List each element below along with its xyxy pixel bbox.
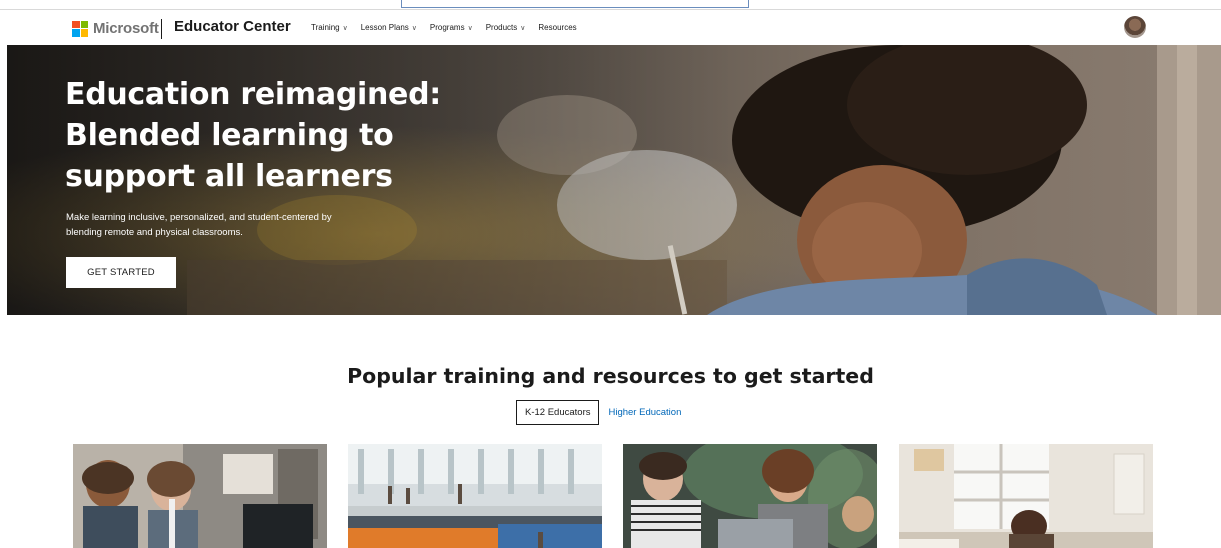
nav-lesson-plans[interactable]: Lesson Plans ∨: [361, 23, 417, 32]
brand-name: Microsoft: [93, 20, 159, 37]
nav-resources[interactable]: Resources: [538, 23, 576, 32]
nav-programs[interactable]: Programs ∨: [430, 23, 473, 32]
school-atrium-image: [348, 444, 602, 548]
microsoft-logo-icon: [72, 20, 88, 37]
classroom-students-laptop-image: [73, 444, 327, 548]
nav-training[interactable]: Training ∨: [311, 23, 348, 32]
chevron-down-icon: ∨: [411, 24, 417, 32]
hero-title-line: support all learners: [65, 159, 393, 194]
nav-item-label: Products: [485, 23, 518, 32]
chevron-down-icon: ∨: [342, 24, 348, 32]
student-writing-home-image: [899, 444, 1153, 548]
nav-item-label: Training: [311, 23, 340, 32]
hero-subtitle-line: Make learning inclusive, personalized, a…: [66, 212, 332, 223]
students-laptop-study-image: [623, 444, 877, 548]
chevron-down-icon: ∨: [520, 24, 526, 32]
hero-subtitle-line: blending remote and physical classrooms.: [66, 227, 243, 238]
tab-k12-educators[interactable]: K-12 Educators: [516, 400, 600, 425]
resource-card[interactable]: [899, 444, 1153, 548]
site-header: Microsoft Educator Center Training ∨ Les…: [0, 10, 1221, 47]
hero-subtitle: Make learning inclusive, personalized, a…: [66, 210, 396, 240]
nav-item-label: Programs: [429, 23, 465, 32]
resource-card[interactable]: [348, 444, 602, 548]
tab-higher-education[interactable]: Higher Education: [608, 407, 681, 418]
chevron-down-icon: ∨: [467, 24, 473, 32]
hero-title: Education reimagined: Blended learning t…: [65, 74, 485, 197]
hero-banner: Education reimagined: Blended learning t…: [7, 45, 1221, 315]
resource-card[interactable]: [73, 444, 327, 548]
resource-cards: [73, 444, 1153, 548]
cropped-search-box: [401, 0, 749, 8]
header-divider: [161, 19, 162, 39]
get-started-button[interactable]: GET STARTED: [66, 257, 176, 288]
user-avatar-icon[interactable]: [1124, 16, 1146, 38]
nav-products[interactable]: Products ∨: [486, 23, 526, 32]
cropped-heading-fragment: [760, 0, 1090, 8]
nav-item-label: Resources: [538, 23, 577, 32]
section-title: Popular training and resources to get st…: [347, 364, 874, 388]
hero-title-line: Education reimagined:: [65, 77, 441, 112]
microsoft-logo[interactable]: Microsoft: [72, 20, 159, 37]
previous-content-strip: [0, 0, 1221, 10]
nav-item-label: Lesson Plans: [360, 23, 409, 32]
resource-card[interactable]: [623, 444, 877, 548]
hero-title-line: Blended learning to: [65, 118, 394, 153]
site-name-link[interactable]: Educator Center: [174, 18, 291, 35]
audience-tabs: K-12 Educators Higher Education: [516, 400, 681, 425]
main-nav: Training ∨ Lesson Plans ∨ Programs ∨ Pro…: [311, 23, 577, 32]
